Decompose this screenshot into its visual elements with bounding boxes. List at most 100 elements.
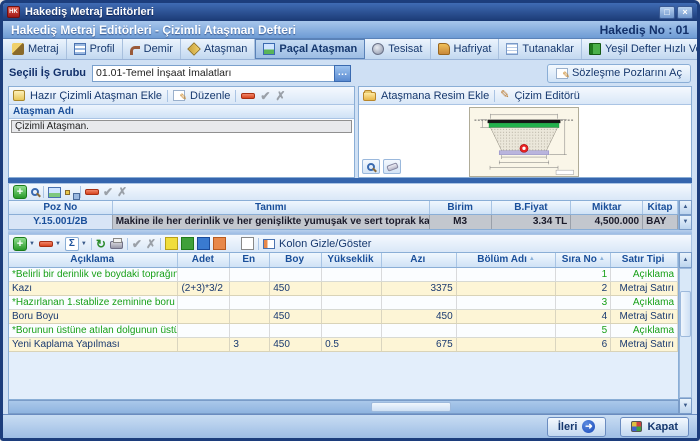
close-window-button[interactable]: × <box>677 6 693 19</box>
sira-no-cell[interactable]: 2 <box>556 282 611 295</box>
boy-cell[interactable]: 450 <box>270 338 322 351</box>
grid-column-header[interactable]: Boy <box>270 253 322 267</box>
grid-confirm-icon[interactable]: ✔ <box>132 237 142 251</box>
poz-column-header[interactable]: Kitap <box>643 201 678 214</box>
sum-dropdown-icon[interactable]: ▼ <box>81 241 87 247</box>
poz-column-header[interactable]: Miktar <box>571 201 643 214</box>
orange-highlight-swatch[interactable] <box>213 237 226 250</box>
blue-highlight-swatch[interactable] <box>197 237 210 250</box>
adet-cell[interactable]: (2+3)*3/2 <box>178 282 230 295</box>
boy-cell[interactable] <box>270 268 322 281</box>
boy-cell[interactable]: 450 <box>270 282 322 295</box>
grid-row[interactable]: Kazı (2+3)*3/2 450 3375 2 Metraj Satırı <box>9 282 678 296</box>
drawing-editor-button[interactable]: Çizim Editörü <box>514 90 579 102</box>
aciklama-cell[interactable]: *Hazırlanan 1.stablize zeminine boru döş… <box>9 296 178 309</box>
sira-no-cell[interactable]: 4 <box>556 310 611 323</box>
yukseklik-cell[interactable] <box>322 296 382 309</box>
grid-column-header[interactable]: Sıra No▲ <box>556 253 611 267</box>
en-cell[interactable]: 3 <box>230 338 270 351</box>
grid-row[interactable]: *Hazırlanan 1.stablize zeminine boru döş… <box>9 296 678 310</box>
poz-no-cell[interactable]: Y.15.001/2B <box>9 215 113 229</box>
poz-kitap-cell[interactable]: BAY <box>643 215 678 229</box>
sira-no-cell[interactable]: 6 <box>556 338 611 351</box>
work-group-combo[interactable]: … <box>92 65 351 82</box>
maximize-button[interactable]: □ <box>659 6 675 19</box>
grid-row[interactable]: *Borunun üstüne atılan dolgunun üstüne d… <box>9 324 678 338</box>
tab-demir[interactable]: Demir <box>123 39 181 59</box>
browse-poz-icon[interactable] <box>31 188 39 196</box>
azi-cell[interactable] <box>382 324 457 337</box>
azi-cell[interactable] <box>382 268 457 281</box>
attachment-list-item[interactable]: Çizimli Ataşman. <box>11 120 352 133</box>
yukseklik-cell[interactable] <box>322 310 382 323</box>
column-toggle-button[interactable]: Kolon Gizle/Göster <box>263 238 371 250</box>
sira-no-cell[interactable]: 1 <box>556 268 611 281</box>
scroll-up-icon[interactable]: ▲ <box>679 200 692 215</box>
bolum-adi-cell[interactable] <box>457 338 557 351</box>
trench-drawing-thumbnail[interactable] <box>469 107 579 177</box>
delete-attachment-icon[interactable] <box>241 93 255 99</box>
yukseklik-cell[interactable] <box>322 324 382 337</box>
grid-column-header[interactable]: Adet <box>178 253 230 267</box>
add-row-dropdown-icon[interactable]: ▼ <box>29 241 35 247</box>
scroll-down-icon[interactable]: ▼ <box>679 398 692 414</box>
poz-preview-icon[interactable] <box>48 187 61 198</box>
horizontal-scroll-thumb[interactable] <box>371 402 451 412</box>
yukseklik-cell[interactable] <box>322 282 382 295</box>
yukseklik-cell[interactable]: 0.5 <box>322 338 382 351</box>
adet-cell[interactable] <box>178 296 230 309</box>
close-button[interactable]: Kapat <box>620 417 689 437</box>
edit-attachment-button[interactable]: Düzenle <box>190 90 230 102</box>
poz-miktar-cell[interactable]: 4,500.000 <box>571 215 643 229</box>
sira-no-cell[interactable]: 5 <box>556 324 611 337</box>
poz-column-header[interactable]: B.Fiyat <box>492 201 572 214</box>
tab-metraj[interactable]: Metraj <box>5 39 67 59</box>
poz-tree-icon[interactable] <box>65 190 70 195</box>
tab-atasman[interactable]: Ataşman <box>181 39 255 59</box>
sum-function-button[interactable]: Σ <box>65 237 79 251</box>
grid-row[interactable]: Boru Boyu 450 450 4 Metraj Satırı <box>9 310 678 324</box>
bolum-adi-cell[interactable] <box>457 282 557 295</box>
delete-poz-icon[interactable] <box>85 189 99 195</box>
grid-cancel-icon[interactable]: ✗ <box>146 237 156 251</box>
add-row-button[interactable]: + <box>13 237 27 251</box>
yukseklik-cell[interactable] <box>322 268 382 281</box>
azi-cell[interactable]: 3375 <box>382 282 457 295</box>
satir-tipi-cell[interactable]: Metraj Satırı <box>611 338 678 351</box>
tab-hafriyat[interactable]: Hafriyat <box>431 39 500 59</box>
satir-tipi-cell[interactable]: Açıklama <box>611 268 678 281</box>
add-image-button[interactable]: Ataşmana Resim Ekle <box>381 90 489 102</box>
poz-column-header[interactable]: Poz No <box>9 201 113 214</box>
satir-tipi-cell[interactable]: Metraj Satırı <box>611 282 678 295</box>
white-highlight-swatch[interactable] <box>241 237 254 250</box>
work-group-input[interactable] <box>92 65 334 82</box>
next-button[interactable]: İleri ➜ <box>547 417 607 437</box>
tab-profil[interactable]: Profil <box>67 39 123 59</box>
clear-preview-button[interactable] <box>383 159 401 174</box>
scroll-down-icon[interactable]: ▼ <box>679 215 692 230</box>
bolum-adi-cell[interactable] <box>457 310 557 323</box>
add-poz-button[interactable]: + <box>13 185 27 199</box>
en-cell[interactable] <box>230 282 270 295</box>
poz-cancel-icon[interactable]: ✗ <box>117 185 127 199</box>
en-cell[interactable] <box>230 324 270 337</box>
adet-cell[interactable] <box>178 268 230 281</box>
adet-cell[interactable] <box>178 310 230 323</box>
green-highlight-swatch[interactable] <box>181 237 194 250</box>
grid-column-header[interactable]: Bölüm Adı▲ <box>457 253 557 267</box>
delete-row-button[interactable] <box>39 241 53 247</box>
zoom-preview-button[interactable] <box>362 159 380 174</box>
scroll-up-icon[interactable]: ▲ <box>679 252 692 268</box>
grid-column-header[interactable]: Azı <box>382 253 457 267</box>
aciklama-cell[interactable]: Kazı <box>9 282 178 295</box>
aciklama-cell[interactable]: Boru Boyu <box>9 310 178 323</box>
printer-icon[interactable] <box>110 241 123 249</box>
azi-cell[interactable] <box>382 296 457 309</box>
en-cell[interactable] <box>230 310 270 323</box>
aciklama-cell[interactable]: *Belirli bir derinlik ve boydaki toprağı… <box>9 268 178 281</box>
combo-dropdown-button[interactable]: … <box>334 65 351 82</box>
poz-column-header[interactable]: Tanımı <box>113 201 430 214</box>
boy-cell[interactable]: 450 <box>270 310 322 323</box>
boy-cell[interactable] <box>270 296 322 309</box>
grid-column-header[interactable]: Açıklama <box>9 253 178 267</box>
